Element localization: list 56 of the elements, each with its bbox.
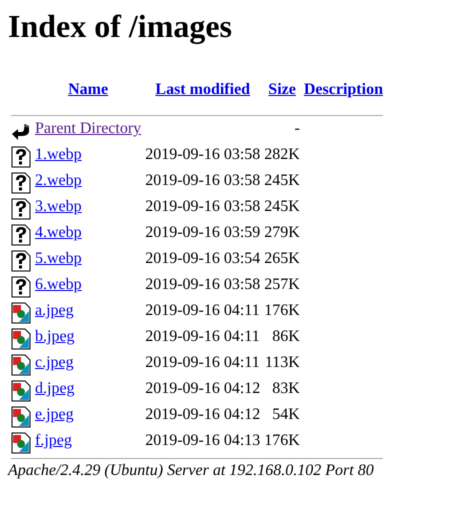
file-link[interactable]: f.jpeg (35, 432, 72, 449)
server-signature: Apache/2.4.29 (Ubuntu) Server at 192.168.0.102 Port 80 (8, 462, 375, 480)
file-link[interactable]: 1.webp (35, 146, 82, 163)
column-header-link[interactable]: Last modified (155, 81, 250, 98)
modified-date: 2019-09-16 04:12 (145, 380, 260, 397)
column-header-link[interactable]: Description (304, 81, 383, 98)
modified-date: 2019-09-16 03:58 (145, 146, 260, 163)
modified-date: 2019-09-16 03:58 (145, 172, 260, 189)
file-link[interactable]: 2.webp (35, 172, 82, 189)
file-link[interactable]: c.jpeg (35, 354, 74, 371)
image-file-icon (11, 328, 31, 350)
file-size: 265K (264, 250, 300, 267)
file-link[interactable]: 3.webp (35, 198, 82, 215)
image-file-icon (11, 354, 31, 376)
question-mark-file-icon (11, 198, 31, 220)
column-header-link[interactable]: Size (268, 81, 296, 98)
file-link[interactable]: 6.webp (35, 276, 82, 293)
file-size: 257K (264, 276, 300, 293)
question-mark-file-icon (11, 172, 31, 194)
modified-date: 2019-09-16 04:11 (145, 354, 260, 371)
file-size: 279K (264, 224, 300, 241)
modified-date: 2019-09-16 03:58 (145, 198, 260, 215)
image-file-icon (11, 406, 31, 428)
modified-date: 2019-09-16 03:59 (145, 224, 260, 241)
file-link[interactable]: 5.webp (35, 250, 82, 267)
modified-date: 2019-09-16 04:12 (145, 406, 260, 423)
file-size: 113K (264, 354, 300, 371)
modified-date: 2019-09-16 03:54 (145, 250, 260, 267)
file-size: 245K (264, 198, 300, 215)
file-size: - (294, 120, 300, 137)
image-file-icon (11, 432, 31, 454)
modified-date: 2019-09-16 04:13 (145, 432, 260, 449)
file-size: 176K (264, 302, 300, 319)
file-link[interactable]: a.jpeg (35, 302, 74, 319)
file-size: 54K (272, 406, 300, 423)
file-link[interactable]: d.jpeg (35, 380, 75, 397)
file-size: 83K (272, 380, 300, 397)
file-link[interactable]: b.jpeg (35, 328, 75, 345)
question-mark-file-icon (11, 276, 31, 298)
modified-date: 2019-09-16 04:11 (145, 302, 260, 319)
file-link[interactable]: e.jpeg (35, 406, 74, 423)
image-file-icon (11, 380, 31, 402)
modified-date: 2019-09-16 03:58 (145, 276, 260, 293)
modified-date: 2019-09-16 04:11 (145, 328, 260, 345)
page-title: Index of /images (8, 8, 233, 45)
file-size: 245K (264, 172, 300, 189)
file-size: 282K (264, 146, 300, 163)
file-link[interactable]: Parent Directory (35, 120, 142, 137)
image-file-icon (11, 302, 31, 324)
column-header-link[interactable]: Name (68, 81, 108, 98)
file-size: 176K (264, 432, 300, 449)
file-size: 86K (272, 328, 300, 345)
question-mark-file-icon (11, 250, 31, 272)
file-link[interactable]: 4.webp (35, 224, 82, 241)
question-mark-file-icon (11, 146, 31, 168)
question-mark-file-icon (11, 224, 31, 246)
